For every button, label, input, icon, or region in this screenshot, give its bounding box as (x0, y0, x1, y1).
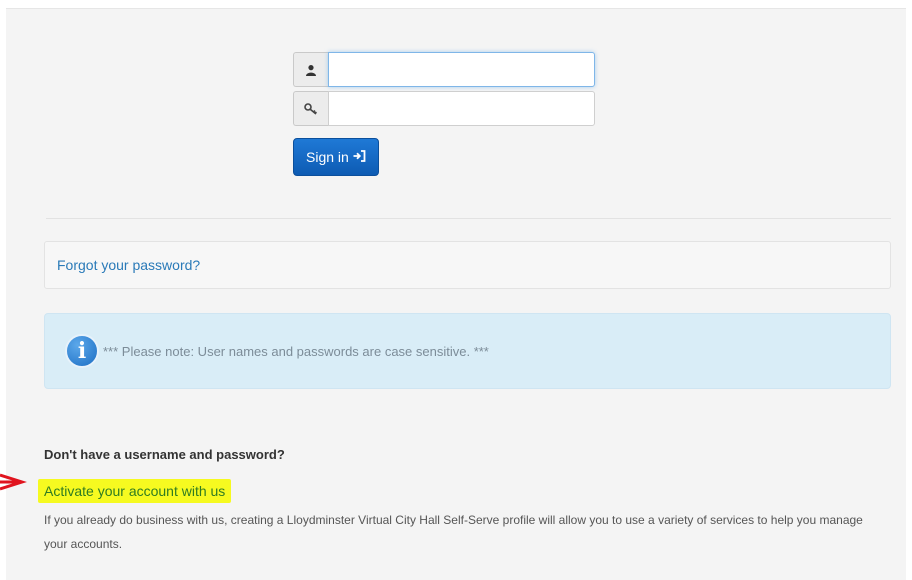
annotation-arrow-icon (0, 473, 27, 491)
sign-in-button[interactable]: Sign in (293, 138, 379, 176)
username-group (293, 52, 595, 87)
activate-highlight: Activate your account with us (38, 479, 232, 503)
user-icon (293, 52, 328, 87)
login-panel: Sign in Forgot your password? i *** Plea… (6, 8, 906, 580)
info-icon: i (65, 334, 99, 368)
sign-in-label: Sign in (306, 149, 349, 165)
case-sensitive-notice: i *** Please note: User names and passwo… (44, 313, 891, 389)
password-group (293, 91, 595, 126)
notice-text: *** Please note: User names and password… (103, 343, 489, 359)
password-input[interactable] (328, 91, 595, 126)
section-divider (46, 218, 891, 219)
activate-account-link[interactable]: Activate your account with us (44, 483, 225, 499)
sign-in-icon (353, 149, 366, 165)
username-input[interactable] (328, 52, 595, 87)
key-icon (293, 91, 328, 126)
register-heading: Don't have a username and password? (44, 447, 285, 462)
forgot-password-box: Forgot your password? (44, 241, 891, 289)
forgot-password-link[interactable]: Forgot your password? (57, 257, 200, 273)
register-description: If you already do business with us, crea… (44, 513, 863, 551)
